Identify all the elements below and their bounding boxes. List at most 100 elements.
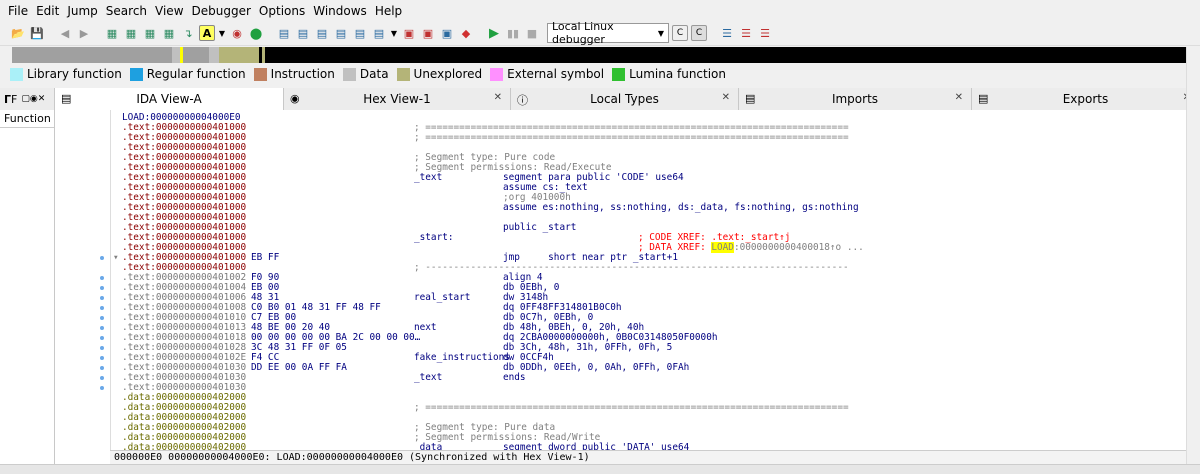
functions-pane[interactable]: Function n xyxy=(0,110,55,474)
menu-view[interactable]: View xyxy=(151,4,187,18)
breakpoint-icon[interactable]: ▣ xyxy=(420,25,436,41)
comment: ; --------------------------------------… xyxy=(414,262,849,273)
tab-ida-view-a[interactable]: ▤ IDA View-A xyxy=(55,88,284,110)
close-icon[interactable]: ✕ xyxy=(494,92,502,103)
nav-icon[interactable]: ▦ xyxy=(161,25,177,41)
tab-functions[interactable]: Γ F ▢◉✕ xyxy=(0,88,55,110)
breakpoint-icon[interactable]: ▣ xyxy=(439,25,455,41)
legend-swatch xyxy=(129,67,143,81)
listing-line[interactable]: .data:0000000000402000; ================… xyxy=(111,403,1186,413)
hex-view-icon: ◉ xyxy=(290,92,300,105)
jump-icon[interactable]: ↴ xyxy=(180,25,196,41)
listing-line[interactable]: .data:0000000000402000; Segment type: Pu… xyxy=(111,423,1186,433)
pause-icon[interactable]: ▮▮ xyxy=(505,25,521,41)
nav-icon[interactable]: ▦ xyxy=(104,25,120,41)
chevron-down-icon[interactable]: ▼ xyxy=(390,25,398,41)
listing-line[interactable]: .text:0000000000401000 assume cs:_text xyxy=(111,183,1186,193)
menu-options[interactable]: Options xyxy=(255,4,309,18)
menu-file[interactable]: File xyxy=(4,4,32,18)
flow-dot-icon xyxy=(100,366,104,370)
stop-icon[interactable]: ◆ xyxy=(458,25,474,41)
legend-swatch xyxy=(253,67,267,81)
listing-line[interactable]: .data:0000000000402000 xyxy=(111,413,1186,423)
menu-search[interactable]: Search xyxy=(102,4,151,18)
menu-help[interactable]: Help xyxy=(371,4,406,18)
segment-icon[interactable]: ▤ xyxy=(276,25,292,41)
mark-icon[interactable]: ◉ xyxy=(229,25,245,41)
flow-dot-icon xyxy=(100,276,104,280)
label: real_start xyxy=(414,292,471,303)
flow-dot-icon xyxy=(100,346,104,350)
legend-swatch xyxy=(10,67,23,81)
chevron-down-icon[interactable]: ▼ xyxy=(218,25,226,41)
segment-icon[interactable]: ▤ xyxy=(333,25,349,41)
breakpoint-icon[interactable]: ▣ xyxy=(401,25,417,41)
functions-icon: Γ xyxy=(4,92,12,106)
instruction: db 0DDh, 0EEh, 0, 0Ah, 0FFh, 0FAh xyxy=(503,362,690,373)
output-bar xyxy=(0,464,1200,474)
list-icon[interactable]: ☰ xyxy=(757,25,773,41)
listing-line[interactable]: .text:0000000000401030 xyxy=(111,383,1186,393)
debugger-options-icon[interactable]: C xyxy=(691,25,707,41)
listing-line[interactable]: .text:0000000000401000; ================… xyxy=(111,133,1186,143)
legend-label: Library function xyxy=(27,67,122,81)
close-icon[interactable]: ✕ xyxy=(955,92,963,103)
navigation-band[interactable] xyxy=(12,47,1186,63)
listing-line[interactable]: .text:0000000000401030 _text ends xyxy=(111,373,1186,383)
disassembly-listing[interactable]: LOAD:00000000004000E0 .text:0000000000401… xyxy=(110,110,1186,450)
tab-imports[interactable]: ▤ Imports ✕ xyxy=(739,88,972,110)
save-icon[interactable]: 💾 xyxy=(29,25,45,41)
listing-line[interactable]: .text:0000000000401000; Segment type: Pu… xyxy=(111,153,1186,163)
instruction: segment dword public 'DATA' use64 xyxy=(503,442,690,451)
legend-item: External symbol xyxy=(490,67,604,81)
listing-line[interactable]: .text:0000000000401000 xyxy=(111,213,1186,223)
menu-jump[interactable]: Jump xyxy=(63,4,101,18)
nav-icon[interactable]: ▦ xyxy=(142,25,158,41)
tab-exports[interactable]: ▤ Exports ✕ xyxy=(972,88,1200,110)
segment-icon[interactable]: ▤ xyxy=(295,25,311,41)
flow-dot-icon xyxy=(100,286,104,290)
label: _start: xyxy=(414,232,454,243)
run-icon[interactable]: ▶ xyxy=(486,25,502,41)
menu-windows[interactable]: Windows xyxy=(309,4,371,18)
forward-icon[interactable]: ▶ xyxy=(76,25,92,41)
list-icon[interactable]: ☰ xyxy=(719,25,735,41)
stop-icon[interactable]: ■ xyxy=(524,25,540,41)
debugger-select[interactable]: Local Linux debugger ▼ xyxy=(547,20,669,46)
xref-highlight[interactable]: LOAD xyxy=(711,242,734,253)
segment-icon[interactable]: ▤ xyxy=(371,25,387,41)
opcode-bytes: EB FF xyxy=(251,252,280,263)
listing-line[interactable]: .text:0000000000401030 DD EE 00 0A FF FA d… xyxy=(111,363,1186,373)
menu-edit[interactable]: Edit xyxy=(32,4,63,18)
window-icon: ▤ xyxy=(745,92,756,105)
legend-item: Library function xyxy=(10,67,122,81)
menu-debugger[interactable]: Debugger xyxy=(188,4,255,18)
listing-line[interactable]: .text:0000000000401000 assume es:nothing,… xyxy=(111,203,1186,213)
listing-line[interactable]: .text:0000000000401000 xyxy=(111,143,1186,153)
segment-icon[interactable]: ▤ xyxy=(314,25,330,41)
vertical-scrollbar[interactable] xyxy=(1186,47,1200,464)
text-icon[interactable]: A xyxy=(199,25,215,41)
legend-swatch xyxy=(342,67,356,81)
list-icon[interactable]: ☰ xyxy=(738,25,754,41)
collapse-arrow-icon: ▾ xyxy=(113,252,119,263)
status-line: 000000E0 00000000004000E0: LOAD:00000000… xyxy=(110,450,1186,464)
nav-icon[interactable]: ▦ xyxy=(123,25,139,41)
legend-label: External symbol xyxy=(507,67,605,81)
open-icon[interactable]: 📂 xyxy=(10,25,26,41)
tab-hex-view-1[interactable]: ◉ Hex View-1 ✕ xyxy=(284,88,511,110)
graph-icon[interactable]: ⬤ xyxy=(248,25,264,41)
legend-item: Data xyxy=(342,67,389,81)
debugger-options-icon[interactable]: C xyxy=(672,25,688,41)
listing-line[interactable]: .data:0000000000402000 _data segment dword… xyxy=(111,442,1186,451)
label: _text xyxy=(414,372,443,383)
instruction: assume es:nothing, ss:nothing, ds:_data,… xyxy=(503,202,859,213)
flow-dot-icon xyxy=(100,356,104,360)
back-icon[interactable]: ◀ xyxy=(57,25,73,41)
close-icon[interactable]: ✕ xyxy=(722,92,730,103)
segment-icon[interactable]: ▤ xyxy=(352,25,368,41)
legend-swatch xyxy=(490,67,504,81)
tab-local-types[interactable]: ⓘ Local Types ✕ xyxy=(511,88,739,110)
functions-header[interactable]: Function n xyxy=(0,110,54,128)
listing-line[interactable]: .text:0000000000401000 _text segment para … xyxy=(111,173,1186,183)
